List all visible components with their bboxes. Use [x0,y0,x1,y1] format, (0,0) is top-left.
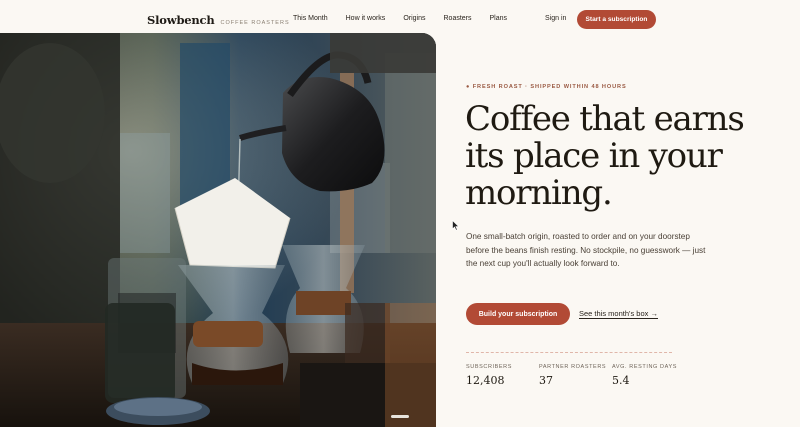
build-subscription-button[interactable]: Build your subscription [466,303,570,325]
sign-in-link[interactable]: Sign in [545,15,566,22]
stat-label: SUBSCRIBERS [466,364,513,370]
brand-logo[interactable]: Slowbench COFFEE ROASTERS [147,13,290,27]
brand-tagline: COFFEE ROASTERS [220,20,290,26]
nav-item-plans[interactable]: Plans [490,15,508,22]
stat-value: 5.4 [612,374,630,387]
site-header: Slowbench COFFEE ROASTERS This Month How… [0,0,800,36]
see-this-months-box-link[interactable]: See this month's box → [579,309,658,318]
brand-name: Slowbench [147,13,215,27]
nav-item-this-month[interactable]: This Month [293,15,328,22]
stats-divider [466,352,672,353]
cursor-icon [452,220,460,231]
stat-avg-resting-days: AVG. RESTING DAYS 5.4 [612,364,677,387]
carousel-indicator[interactable] [391,415,409,418]
nav-item-roasters[interactable]: Roasters [444,15,472,22]
hero-photo [0,33,436,427]
stat-partner-roasters: PARTNER ROASTERS 37 [539,364,606,387]
main-nav: This Month How it works Origins Roasters… [293,15,507,22]
stat-value: 37 [539,374,553,387]
stat-subscribers: SUBSCRIBERS 12,408 [466,364,512,387]
nav-item-how-it-works[interactable]: How it works [346,15,386,22]
nav-item-origins[interactable]: Origins [403,15,425,22]
hero-headline: Coffee that earns its place in your morn… [465,99,745,213]
start-subscription-button[interactable]: Start a subscription [577,10,656,29]
hero-eyebrow: ● FRESH ROAST · SHIPPED WITHIN 48 HOURS [466,84,627,90]
stat-value: 12,408 [466,374,505,387]
stat-label: PARTNER ROASTERS [539,364,607,370]
hero-lede: One small-batch origin, roasted to order… [466,232,706,269]
stat-label: AVG. RESTING DAYS [612,364,678,370]
